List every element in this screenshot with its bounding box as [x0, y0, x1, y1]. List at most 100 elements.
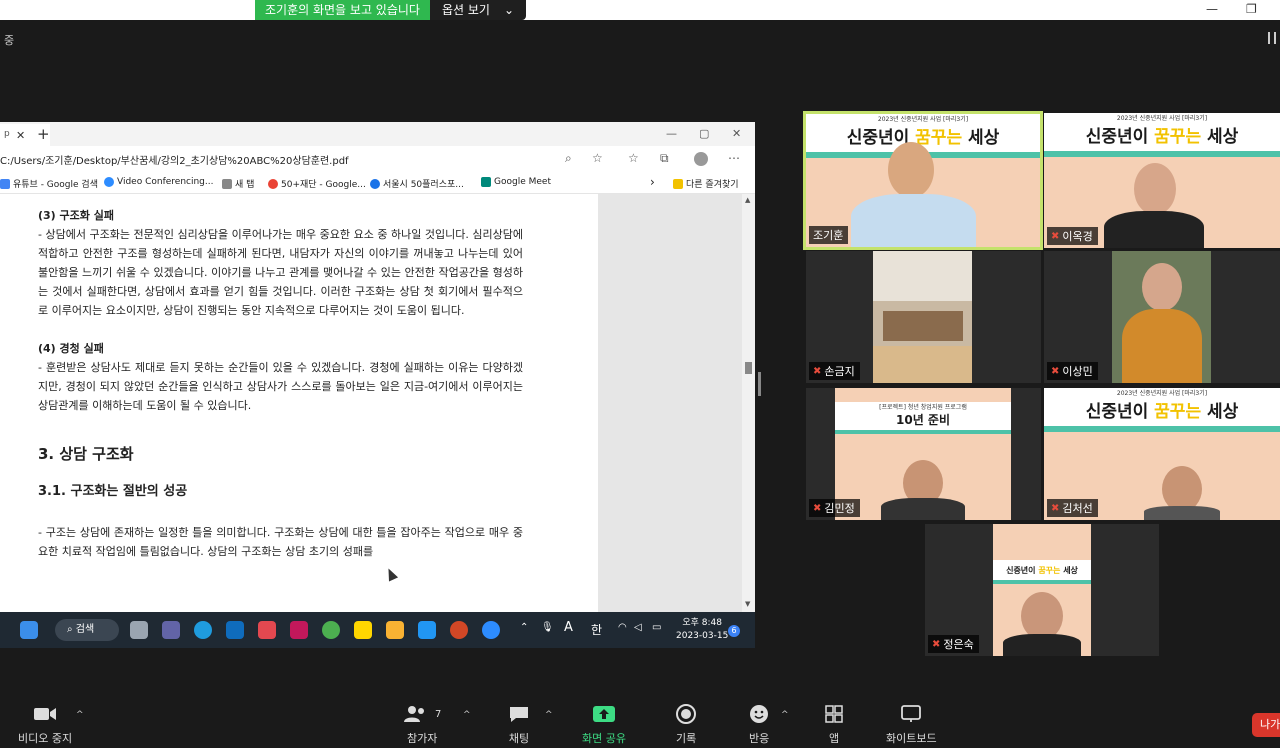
address-bar: C:/Users/조기훈/Desktop/부산꿈세/강의2_초기상담%20ABC…: [0, 146, 755, 172]
mic-muted-icon: ✖: [1051, 365, 1060, 377]
windows-start-icon[interactable]: [20, 621, 38, 639]
meeting-toolbar: 비디오 중지 ^ 7 참가자 ^ 채팅 ^ 화면 공유 기록 반응 ^ 앱 화이…: [0, 698, 1280, 748]
favorite-item[interactable]: 유튜브 - Google 검색: [0, 177, 98, 190]
video-camera-icon: [18, 704, 72, 724]
favorite-item[interactable]: 새 탭: [222, 177, 254, 190]
browser-close-icon[interactable]: ✕: [732, 127, 741, 140]
video-tile[interactable]: [프로젝트] 청년 창업지원 프로그램 10년 준비 ✖ 김민정: [806, 388, 1041, 520]
task-view-icon[interactable]: [130, 621, 148, 639]
scroll-up-icon[interactable]: ▲: [745, 196, 750, 204]
minimize-button[interactable]: —: [1206, 2, 1218, 16]
notification-badge[interactable]: 6: [728, 625, 740, 637]
apps-button[interactable]: 앱: [825, 704, 843, 746]
collections-icon[interactable]: ⧉: [660, 151, 669, 166]
address-input[interactable]: C:/Users/조기훈/Desktop/부산꿈세/강의2_초기상담%20ABC…: [0, 152, 349, 167]
browser-minimize-icon[interactable]: —: [666, 127, 677, 140]
taskbar-clock[interactable]: 오후 8:48 2023-03-15: [676, 617, 728, 643]
participants-button[interactable]: 7 참가자: [403, 704, 441, 746]
video-tile[interactable]: 2023년 신중년지원 사업 [마리3기] 신중년이 꿈꾸는 세상 조기훈: [803, 111, 1043, 250]
kakaotalk-icon[interactable]: [354, 621, 372, 639]
chevron-right-icon[interactable]: ›: [650, 175, 655, 189]
font-icon[interactable]: A: [564, 620, 573, 635]
heading-section-3: 3. 상담 구조화: [38, 445, 134, 463]
chat-options-caret[interactable]: ^: [545, 710, 553, 720]
app-icon[interactable]: [258, 621, 276, 639]
heading-listen-fail: (4) 경청 실패: [38, 342, 104, 355]
microphone-icon[interactable]: 🎙: [541, 622, 554, 633]
browser-maximize-icon[interactable]: ▢: [699, 127, 709, 140]
mail-icon[interactable]: [226, 621, 244, 639]
close-tab-icon[interactable]: ✕: [16, 129, 25, 142]
video-tile[interactable]: ✖ 이상민: [1044, 251, 1280, 383]
mic-muted-icon: ✖: [932, 638, 941, 650]
chevron-up-icon[interactable]: ⌃: [520, 622, 528, 633]
favorite-item[interactable]: 50+재단 - Google...: [268, 177, 366, 190]
clock-time: 오후 8:48: [682, 618, 722, 628]
participant-nametag: 조기훈: [809, 226, 849, 244]
mic-muted-icon: ✖: [813, 365, 822, 377]
windows-taskbar: ⌕ 검색 ⌃ 🎙 A 한 ◠ ◁ ▭ 오후 8:48 2023-03-15 6: [0, 612, 755, 648]
person-head: [888, 142, 934, 198]
scroll-thumb[interactable]: [745, 362, 752, 374]
person-head: [1134, 163, 1176, 215]
scroll-down-icon[interactable]: ▼: [745, 600, 750, 608]
volume-icon[interactable]: ◁: [634, 622, 642, 633]
person-body: [1144, 506, 1220, 520]
more-icon[interactable]: ⋯: [728, 151, 740, 165]
sharing-text: 조기훈의 화면을 보고 있습니다: [255, 0, 430, 20]
reactions-button[interactable]: 반응: [749, 704, 769, 746]
corner-label: 중: [4, 34, 15, 47]
ime-indicator[interactable]: 한: [591, 621, 602, 638]
split-handle[interactable]: [758, 372, 761, 396]
view-options-button[interactable]: 옵션 보기 ⌄: [429, 0, 527, 20]
restore-button[interactable]: ❐: [1246, 2, 1257, 16]
other-favorites[interactable]: 다른 즐겨찾기: [673, 177, 739, 190]
video-tile[interactable]: 신중년이 꿈꾸는 세상 ✖ 정은숙: [925, 524, 1159, 656]
teams-icon[interactable]: [162, 621, 180, 639]
browser-tab-bar: p ✕ + — ▢ ✕: [0, 122, 755, 146]
favorite-item[interactable]: 서울시 50플러스포...: [370, 177, 464, 190]
share-screen-button[interactable]: 화면 공유: [582, 704, 626, 746]
zoom-icon[interactable]: ⌕: [565, 151, 572, 166]
app-icon[interactable]: [418, 621, 436, 639]
battery-icon[interactable]: ▭: [652, 622, 661, 633]
top-bar: 조기훈의 화면을 보고 있습니다 옵션 보기 ⌄ — ❐: [0, 0, 1280, 20]
favorite-item[interactable]: Google Meet: [481, 177, 551, 187]
video-tile[interactable]: 2023년 신중년지원 사업 [마리3기] 신중년이 꿈꾸는 세상 ✖ 이옥경: [1044, 113, 1280, 248]
chat-button[interactable]: 채팅: [508, 704, 530, 746]
video-tile[interactable]: 2023년 신중년지원 사업 [마리3기] 신중년이 꿈꾸는 세상 ✖ 김처선: [1044, 388, 1280, 520]
view-options-label: 옵션 보기: [441, 3, 490, 17]
app-icon[interactable]: [290, 621, 308, 639]
wifi-icon[interactable]: ◠: [618, 622, 627, 633]
video-tile[interactable]: ✖ 손금지: [806, 251, 1041, 383]
folder-icon[interactable]: [386, 621, 404, 639]
zoom-app-icon[interactable]: [482, 621, 500, 639]
document-text: (3) 구조화 실패 - 상담에서 구조화는 전문적인 심리상담을 이루어나가는…: [38, 206, 523, 561]
profile-avatar[interactable]: [694, 152, 708, 166]
powerpoint-icon[interactable]: [450, 621, 468, 639]
smiley-icon: [749, 704, 769, 724]
whiteboard-button[interactable]: 화이트보드: [886, 704, 937, 746]
edge-icon[interactable]: [194, 621, 212, 639]
favorites-list-icon[interactable]: ☆: [628, 151, 639, 165]
google-icon: [268, 178, 278, 189]
room-video: [873, 251, 972, 383]
pdf-scrollbar[interactable]: ▲ ▼: [742, 194, 755, 612]
participants-options-caret[interactable]: ^: [463, 710, 471, 720]
zoom-app-icon: [104, 177, 114, 187]
stop-video-button[interactable]: 비디오 중지: [18, 704, 72, 746]
view-layout-icon[interactable]: [1268, 32, 1276, 44]
favorite-icon[interactable]: ☆: [592, 151, 603, 165]
new-tab-icon[interactable]: +: [37, 125, 50, 143]
tab-title: p: [4, 129, 10, 139]
leave-button[interactable]: 나가: [1252, 713, 1280, 737]
reactions-options-caret[interactable]: ^: [781, 710, 789, 720]
favorite-item[interactable]: Video Conferencing...: [104, 177, 213, 187]
google-icon: [0, 178, 10, 189]
apps-icon: [825, 704, 843, 724]
taskbar-search[interactable]: ⌕ 검색: [55, 619, 119, 641]
video-options-caret[interactable]: ^: [76, 710, 84, 720]
chrome-icon[interactable]: [322, 621, 340, 639]
person-body: [851, 194, 976, 247]
record-button[interactable]: 기록: [676, 704, 696, 746]
